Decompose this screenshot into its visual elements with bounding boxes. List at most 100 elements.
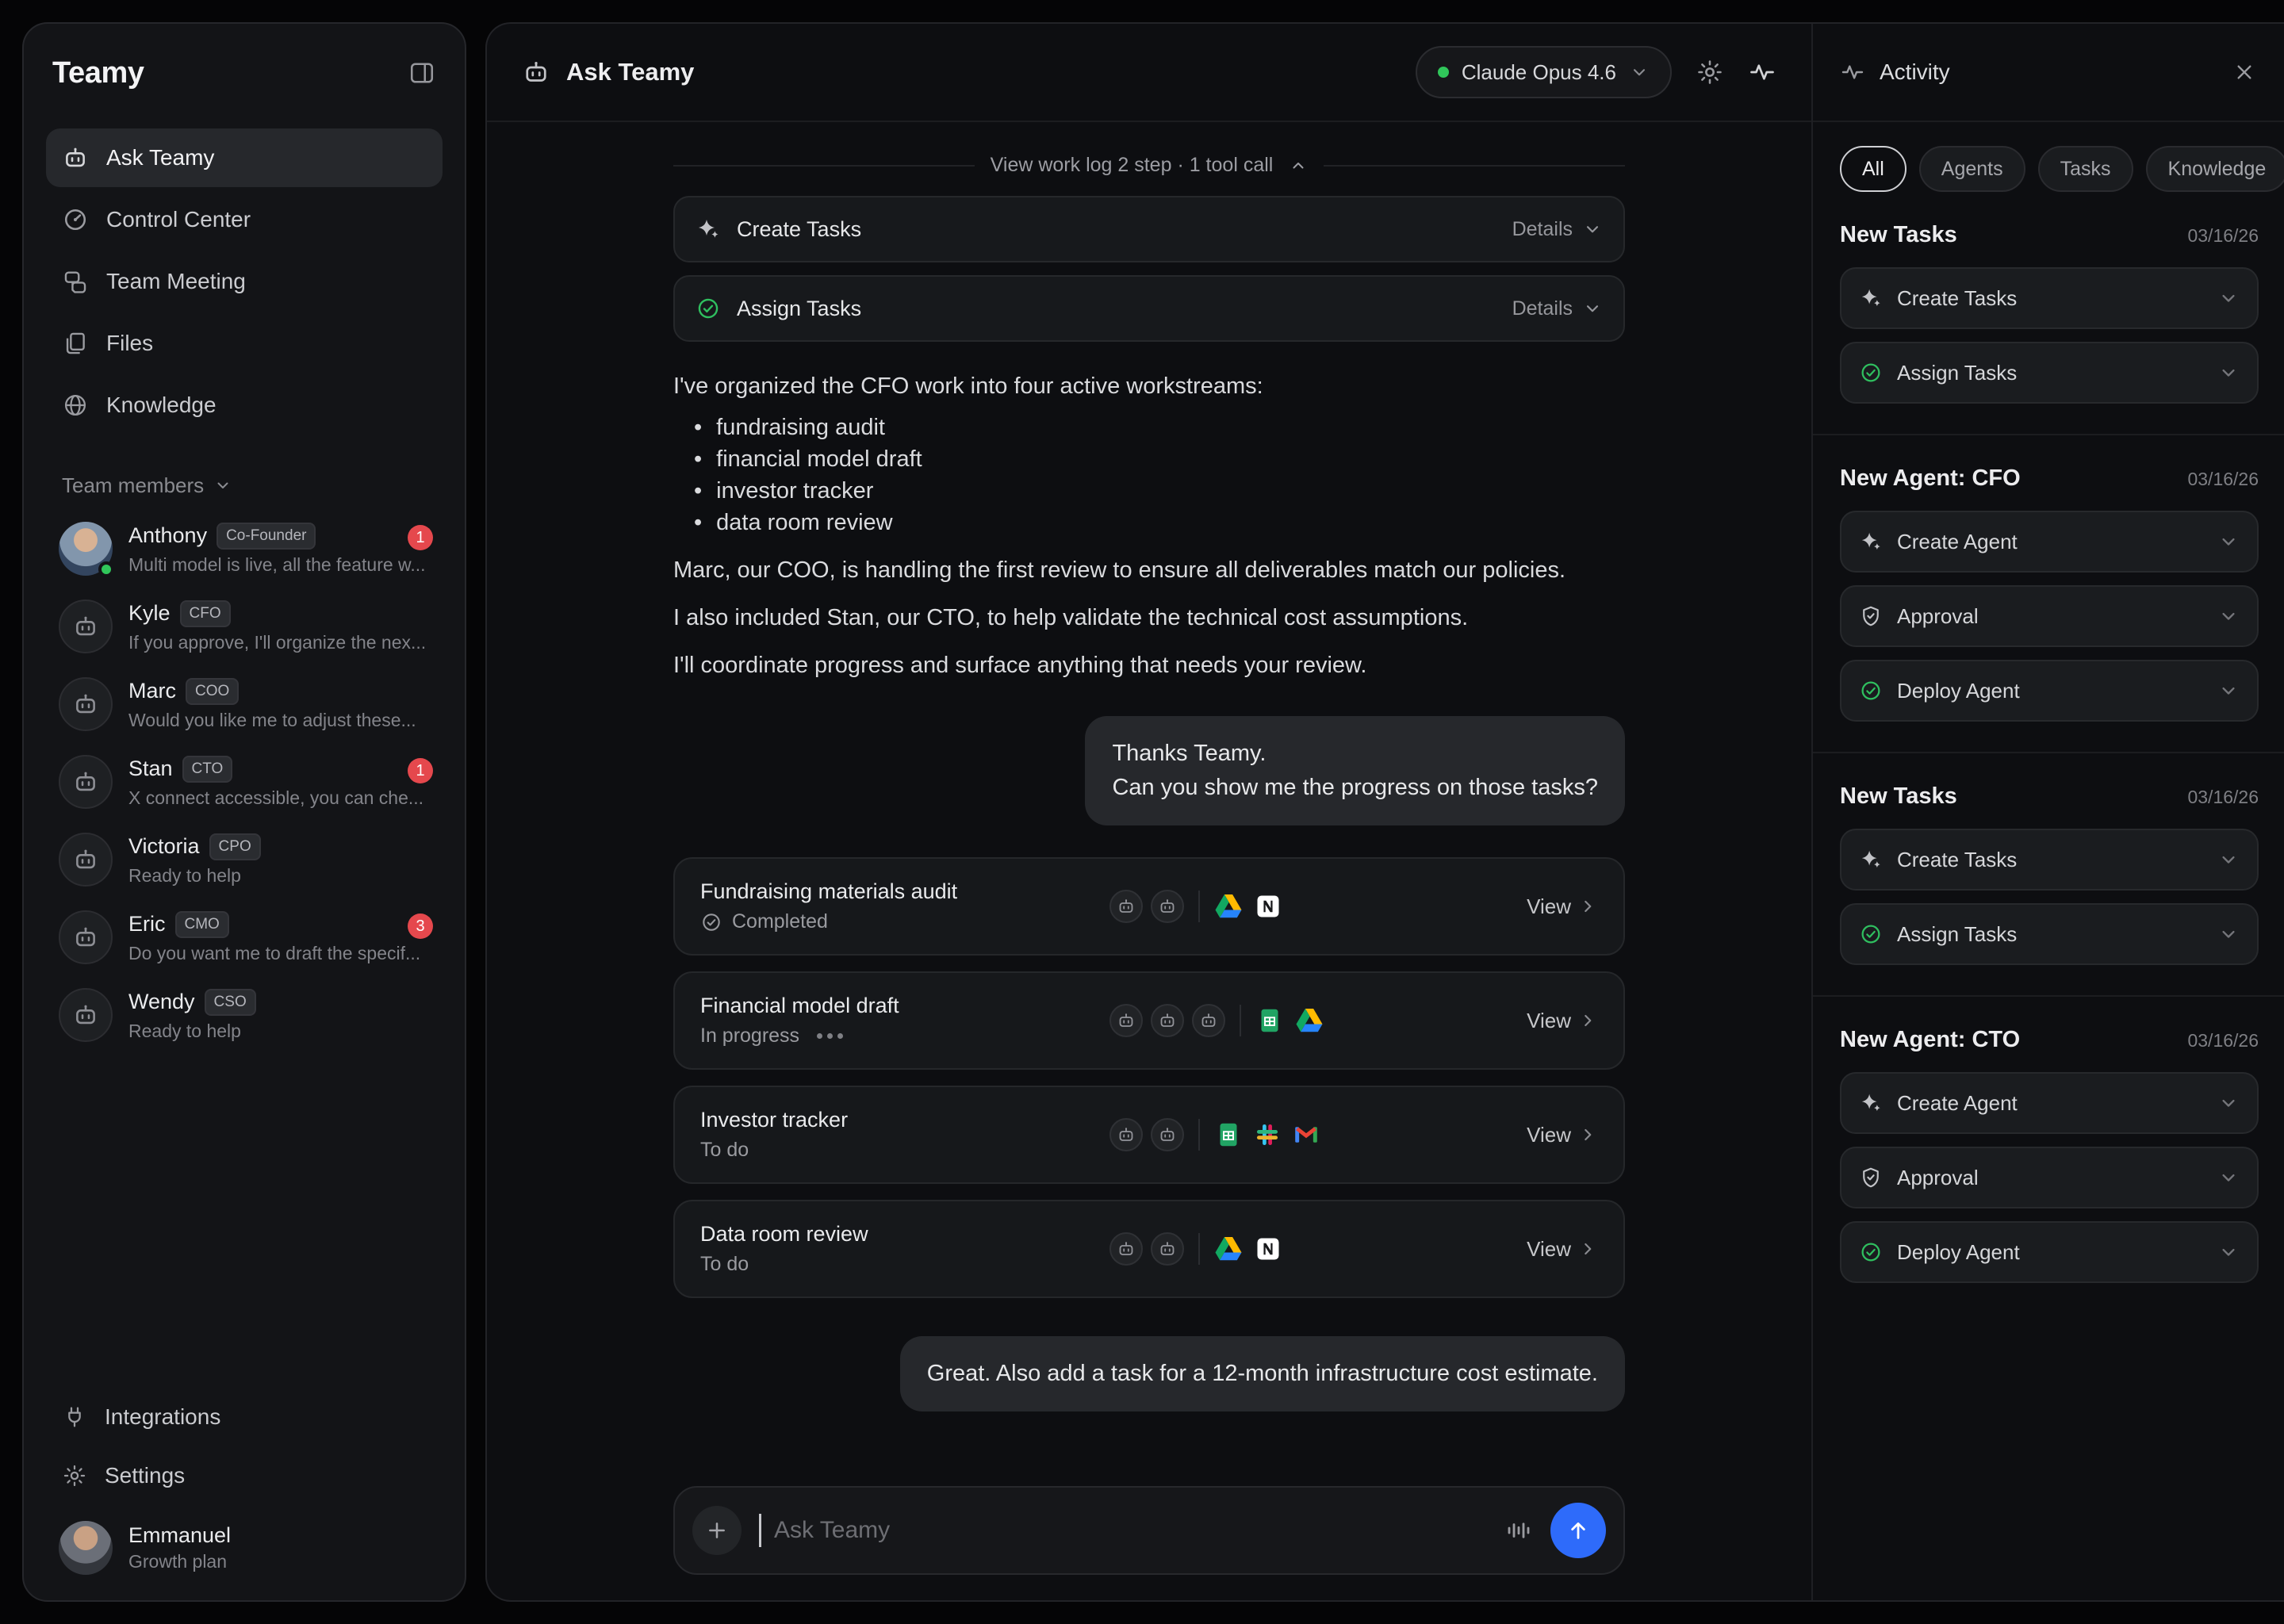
task-card-fundraising-audit[interactable]: Fundraising materials audit Completed — [673, 857, 1625, 956]
activity-filters: All Agents Tasks Knowledge — [1840, 146, 2284, 192]
member-row-wendy[interactable]: WendyCSO Ready to help — [46, 977, 443, 1053]
task-title: Fundraising materials audit — [700, 879, 1109, 904]
activity-item-create-tasks[interactable]: Create Tasks — [1840, 267, 2259, 329]
chevron-down-icon — [213, 476, 232, 495]
activity-group-date: 03/16/26 — [2187, 787, 2259, 808]
nav-label: Team Meeting — [106, 269, 246, 294]
agent-avatar — [1192, 1004, 1225, 1037]
team-members-toggle[interactable]: Team members — [46, 466, 443, 504]
bot-icon — [1117, 897, 1136, 916]
filter-all[interactable]: All — [1840, 146, 1907, 192]
activity-group: New Tasks 03/16/26 Create Tasks Assign T… — [1840, 783, 2284, 965]
activity-item-deploy-agent[interactable]: Deploy Agent — [1840, 660, 2259, 722]
gear-icon — [62, 1463, 87, 1488]
member-row-eric[interactable]: EricCMO Do you want me to draft the spec… — [46, 899, 443, 975]
activity-header: Activity — [1813, 24, 2284, 122]
message-composer[interactable]: Ask Teamy — [673, 1486, 1625, 1575]
sidebar-item-ask-teamy[interactable]: Ask Teamy — [46, 128, 443, 187]
attach-button[interactable] — [692, 1506, 742, 1555]
sidebar-item-integrations[interactable]: Integrations — [46, 1388, 443, 1446]
tool-card-assign-tasks[interactable]: Assign Tasks Details — [673, 275, 1625, 342]
filter-knowledge[interactable]: Knowledge — [2146, 146, 2284, 192]
user-message-bubble: Great. Also add a task for a 12-month in… — [900, 1336, 1625, 1411]
notion-icon — [1254, 892, 1282, 921]
filter-tasks[interactable]: Tasks — [2038, 146, 2133, 192]
user-account-row[interactable]: Emmanuel Growth plan — [46, 1505, 443, 1578]
sidebar-item-knowledge[interactable]: Knowledge — [46, 376, 443, 435]
activity-item-assign-tasks[interactable]: Assign Tasks — [1840, 342, 2259, 404]
filter-agents[interactable]: Agents — [1919, 146, 2025, 192]
composer-input[interactable]: Ask Teamy — [774, 1517, 890, 1544]
view-task-button[interactable]: View — [1527, 1009, 1598, 1033]
details-button[interactable]: Details — [1512, 218, 1603, 241]
task-status-label: To do — [700, 1139, 749, 1162]
bot-icon — [72, 1002, 99, 1028]
files-icon — [62, 330, 89, 357]
globe-icon — [62, 392, 89, 419]
tool-card-label: Assign Tasks — [737, 297, 861, 321]
tool-card-create-tasks[interactable]: Create Tasks Details — [673, 196, 1625, 262]
activity-toggle-icon[interactable] — [1748, 58, 1776, 86]
agent-avatar — [1151, 890, 1184, 923]
task-card-financial-model[interactable]: Financial model draft In progress — [673, 971, 1625, 1070]
send-button[interactable] — [1550, 1503, 1606, 1558]
member-role-badge: CMO — [175, 911, 229, 938]
close-activity-button[interactable] — [2232, 59, 2257, 85]
activity-item-create-tasks[interactable]: Create Tasks — [1840, 829, 2259, 891]
member-row-anthony[interactable]: AnthonyCo-Founder Multi model is live, a… — [46, 511, 443, 587]
activity-panel: Activity All Agents Tasks Knowledge New … — [1813, 24, 2284, 1600]
linked-apps — [1255, 1006, 1324, 1035]
list-item: data room review — [673, 507, 1625, 538]
list-item: financial model draft — [673, 443, 1625, 475]
voice-input-icon[interactable] — [1504, 1516, 1533, 1545]
work-log-label: View work log 2 step · 1 tool call — [991, 154, 1274, 177]
nav-label: Settings — [105, 1463, 185, 1488]
text-caret — [759, 1514, 761, 1547]
sidebar-nav: Ask Teamy Control Center Team Meeting Fi… — [46, 128, 443, 435]
activity-item-create-agent[interactable]: Create Agent — [1840, 1072, 2259, 1134]
chat-scroll-area[interactable]: View work log 2 step · 1 tool call Creat… — [487, 122, 1811, 1600]
model-selector[interactable]: Claude Opus 4.6 — [1416, 46, 1672, 98]
divider — [1813, 434, 2284, 435]
member-row-kyle[interactable]: KyleCFO If you approve, I'll organize th… — [46, 588, 443, 665]
check-circle-icon — [1859, 361, 1883, 385]
activity-item-assign-tasks[interactable]: Assign Tasks — [1840, 903, 2259, 965]
work-log-toggle[interactable]: View work log 2 step · 1 tool call — [673, 154, 1625, 177]
details-button[interactable]: Details — [1512, 297, 1603, 320]
bot-icon — [1158, 1125, 1177, 1144]
member-role-badge: COO — [186, 678, 239, 705]
user-message-bubble: Thanks Teamy. Can you show me the progre… — [1085, 716, 1625, 825]
view-task-button[interactable]: View — [1527, 894, 1598, 919]
sidebar-collapse-button[interactable] — [408, 59, 436, 87]
activity-item-create-agent[interactable]: Create Agent — [1840, 511, 2259, 573]
activity-item-deploy-agent[interactable]: Deploy Agent — [1840, 1221, 2259, 1283]
sidebar-item-settings[interactable]: Settings — [46, 1446, 443, 1505]
member-row-stan[interactable]: StanCTO X connect accessible, you can ch… — [46, 744, 443, 820]
view-task-button[interactable]: View — [1527, 1123, 1598, 1147]
activity-item-approval[interactable]: Approval — [1840, 1147, 2259, 1208]
member-row-marc[interactable]: MarcCOO Would you like me to adjust thes… — [46, 666, 443, 742]
settings-gear-icon[interactable] — [1696, 58, 1724, 86]
model-name: Claude Opus 4.6 — [1462, 60, 1616, 85]
task-card-investor-tracker[interactable]: Investor tracker To do — [673, 1086, 1625, 1184]
task-title: Financial model draft — [700, 994, 1109, 1018]
bot-avatar — [59, 755, 113, 809]
bot-icon — [1158, 1239, 1177, 1258]
check-circle-icon — [1859, 679, 1883, 703]
activity-item-approval[interactable]: Approval — [1840, 585, 2259, 647]
member-name: Wendy — [128, 990, 195, 1014]
chat-panel: Ask Teamy Claude Opus 4.6 View work log … — [487, 24, 1813, 1600]
sidebar-item-control-center[interactable]: Control Center — [46, 190, 443, 249]
in-progress-dots — [817, 1033, 843, 1039]
chevron-down-icon — [2217, 923, 2240, 945]
google-drive-icon — [1214, 892, 1243, 921]
sidebar-item-team-meeting[interactable]: Team Meeting — [46, 252, 443, 311]
member-role-badge: CSO — [205, 989, 256, 1016]
task-card-data-room-review[interactable]: Data room review To do — [673, 1200, 1625, 1298]
sidebar-item-files[interactable]: Files — [46, 314, 443, 373]
panel-collapse-icon — [408, 59, 436, 87]
activity-group-date: 03/16/26 — [2187, 225, 2259, 247]
agent-avatar — [1109, 890, 1143, 923]
member-row-victoria[interactable]: VictoriaCPO Ready to help — [46, 822, 443, 898]
view-task-button[interactable]: View — [1527, 1237, 1598, 1262]
